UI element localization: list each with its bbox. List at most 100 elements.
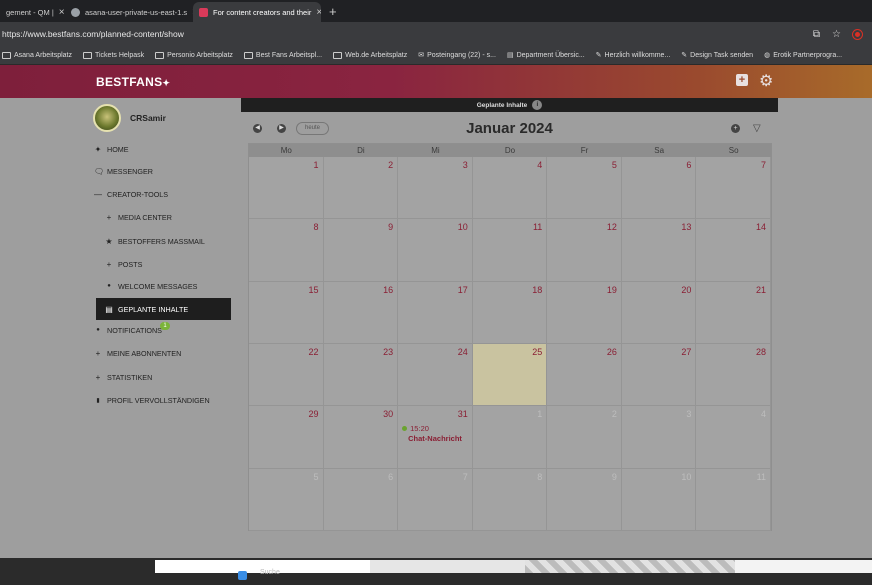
sidebar-item-bestoffers-massmail[interactable]: ★ BESTOFFERS MASSMAIL xyxy=(105,234,205,248)
filter-icon[interactable]: ▽ xyxy=(753,123,761,134)
sidebar-item-creator-tools[interactable]: — CREATOR-TOOLS xyxy=(94,187,168,201)
install-icon[interactable]: ⧉ xyxy=(813,29,820,40)
day-number: 4 xyxy=(537,160,543,170)
calendar-day-cell[interactable]: 21 xyxy=(696,281,771,344)
taskbar-search-input[interactable]: Suche xyxy=(260,569,280,576)
record-icon[interactable] xyxy=(853,29,862,39)
sidebar-item-label: STATISTIKEN xyxy=(107,372,153,382)
browser-tab[interactable]: asana-user-private-us-east-1.s × xyxy=(65,2,193,22)
calendar-day-cell[interactable]: 18 xyxy=(472,281,548,344)
site-header: BESTFANS✦ + ⚙ xyxy=(0,65,872,98)
bookmark-item[interactable]: Personio Arbeitsplatz xyxy=(155,51,233,59)
calendar-day-cell[interactable]: 22 xyxy=(249,343,324,407)
calendar-day-cell[interactable]: 5 xyxy=(547,157,622,220)
calendar-day-cell[interactable]: 31 15:20 Chat-Nachricht xyxy=(398,406,473,469)
bookmark-item[interactable]: ✎ Herzlich willkomme... xyxy=(596,51,671,60)
day-number: 23 xyxy=(383,346,394,357)
calendar-day-cell[interactable]: 6 xyxy=(621,157,697,220)
browser-tab-active[interactable]: For content creators and their × xyxy=(193,2,321,22)
calendar-day-cell[interactable]: 8 xyxy=(472,468,548,531)
calendar-day-cell[interactable]: 3 xyxy=(398,157,473,220)
browser-tab[interactable]: gement - QM | × xyxy=(0,2,65,22)
bookmark-item[interactable]: ▤ Department Übersic... xyxy=(507,51,585,60)
avatar[interactable] xyxy=(93,104,121,132)
calendar-day-cell[interactable]: 23 xyxy=(323,343,399,407)
calendar-day-cell[interactable]: 27 xyxy=(621,343,697,407)
bookmark-item[interactable]: Asana Arbeitsplatz xyxy=(2,51,72,59)
star-icon: ✦ xyxy=(94,144,102,154)
bookmark-item[interactable]: ◍ Erotik Partnerprogra... xyxy=(764,51,843,60)
calendar-day-cell[interactable]: 2 xyxy=(323,157,399,220)
info-icon[interactable]: i xyxy=(532,100,543,110)
calendar-day-cell[interactable]: 3 xyxy=(621,406,697,469)
calendar-day-cell[interactable]: 1 xyxy=(472,406,548,469)
bookmark-item[interactable]: Tickets Helpask xyxy=(82,51,144,59)
calendar-day-cell[interactable]: 20 xyxy=(621,281,697,344)
calendar-day-cell[interactable]: 9 xyxy=(547,468,622,531)
gear-icon[interactable]: ⚙ xyxy=(759,71,773,91)
address-bar: https://www.bestfans.com/planned-content… xyxy=(0,22,872,46)
calendar-day-cell[interactable]: 26 xyxy=(547,343,622,407)
calendar-day-cell[interactable]: 15 xyxy=(249,281,324,344)
calendar-day-cell[interactable]: 4 xyxy=(472,157,548,220)
bookmark-label: Department Übersic... xyxy=(516,51,585,59)
add-event-button[interactable]: + xyxy=(731,124,740,133)
calendar-day-cell[interactable]: 8 xyxy=(249,219,324,282)
calendar-day-cell[interactable]: 30 xyxy=(323,406,399,469)
username: CRSamir xyxy=(130,113,166,123)
sidebar-item-media-center[interactable]: + MEDIA CENTER xyxy=(105,210,172,224)
day-number: 6 xyxy=(388,471,394,482)
calendar-day-cell[interactable]: 2 xyxy=(547,406,622,469)
plus-icon: + xyxy=(95,348,101,358)
sidebar-item-profil-vervollstaendigen[interactable]: ▮ PROFIL VERVOLLSTÄNDIGEN xyxy=(94,393,209,407)
sidebar-item-statistiken[interactable]: + STATISTIKEN xyxy=(94,370,153,384)
add-content-icon[interactable]: + xyxy=(736,74,748,86)
calendar-day-cell[interactable]: 16 xyxy=(323,281,399,344)
bookmark-star-icon[interactable]: ☆ xyxy=(832,29,841,40)
calendar-day-cell[interactable]: 14 xyxy=(696,219,771,282)
bookmark-item[interactable]: Web.de Arbeitsplatz xyxy=(333,51,407,59)
calendar-day-cell[interactable]: 24 xyxy=(398,343,473,407)
sidebar-item-notifications[interactable]: ● NOTIFICATIONS xyxy=(94,323,162,337)
calendar-day-today[interactable]: 25 xyxy=(472,343,548,407)
sidebar-item-home[interactable]: ✦ HOME xyxy=(94,142,129,156)
new-tab-icon[interactable]: + xyxy=(321,2,345,22)
calendar-day-cell[interactable]: 13 xyxy=(621,219,697,282)
calendar-day-cell[interactable]: 1 xyxy=(249,157,324,220)
calendar-day-cell[interactable]: 5 xyxy=(249,468,324,531)
calendar-day-cell[interactable]: 6 xyxy=(323,468,399,531)
day-number: 1 xyxy=(313,160,319,170)
day-number: 7 xyxy=(462,471,468,482)
calendar-day-cell[interactable]: 12 xyxy=(547,219,622,282)
scheduled-event[interactable]: 15:20 Chat-Nachricht xyxy=(402,424,462,443)
url-input[interactable]: https://www.bestfans.com/planned-content… xyxy=(0,29,184,39)
sidebar-item-geplante-inhalte[interactable]: ▤ GEPLANTE INHALTE xyxy=(96,298,231,320)
day-number: 10 xyxy=(457,222,468,233)
bookmark-item[interactable]: Best Fans Arbeitspl... xyxy=(243,51,322,59)
calendar-day-cell[interactable]: 28 xyxy=(696,343,771,407)
sidebar-item-messenger[interactable]: 🗨 MESSENGER xyxy=(94,164,153,178)
calendar-day-cell[interactable]: 29 xyxy=(249,406,324,469)
calendar-day-cell[interactable]: 9 xyxy=(323,219,399,282)
sidebar-item-label: BESTOFFERS MASSMAIL xyxy=(118,236,205,246)
calendar-day-cell[interactable]: 10 xyxy=(621,468,697,531)
calendar-day-cell[interactable]: 19 xyxy=(547,281,622,344)
day-number: 2 xyxy=(388,160,394,170)
calendar-day-cell[interactable]: 7 xyxy=(398,468,473,531)
calendar-day-cell[interactable]: 10 xyxy=(398,219,473,282)
bookmark-item[interactable]: ✉ Posteingang (22) - s... xyxy=(418,51,496,60)
sidebar-item-posts[interactable]: + POSTS xyxy=(105,257,143,271)
sidebar-item-welcome-messages[interactable]: ● WELCOME MESSAGES xyxy=(105,279,197,293)
sidebar-item-meine-abonnenten[interactable]: + MEINE ABONNENTEN xyxy=(94,346,182,360)
windows-start-icon[interactable] xyxy=(238,571,247,580)
calendar-day-cell[interactable]: 17 xyxy=(398,281,473,344)
bookmark-item[interactable]: ✎ Design Task senden xyxy=(681,51,753,60)
bookmark-label: Erotik Partnerprogra... xyxy=(773,51,843,59)
close-icon[interactable]: × xyxy=(59,7,65,18)
calendar-day-cell[interactable]: 11 xyxy=(472,219,548,282)
calendar-day-cell[interactable]: 11 xyxy=(696,468,771,531)
profile-header[interactable]: CRSamir xyxy=(93,104,166,132)
bestfans-logo[interactable]: BESTFANS✦ xyxy=(96,75,170,89)
calendar-day-cell[interactable]: 7 xyxy=(696,157,771,220)
calendar-day-cell[interactable]: 4 xyxy=(696,406,771,469)
